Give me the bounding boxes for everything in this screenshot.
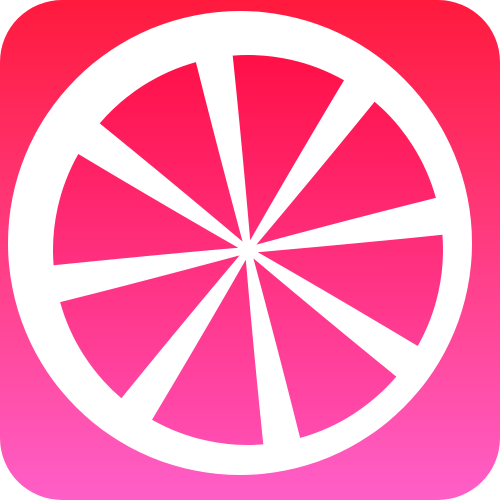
app-icon[interactable] xyxy=(0,0,500,500)
grapefruit-slice-icon xyxy=(0,0,500,500)
